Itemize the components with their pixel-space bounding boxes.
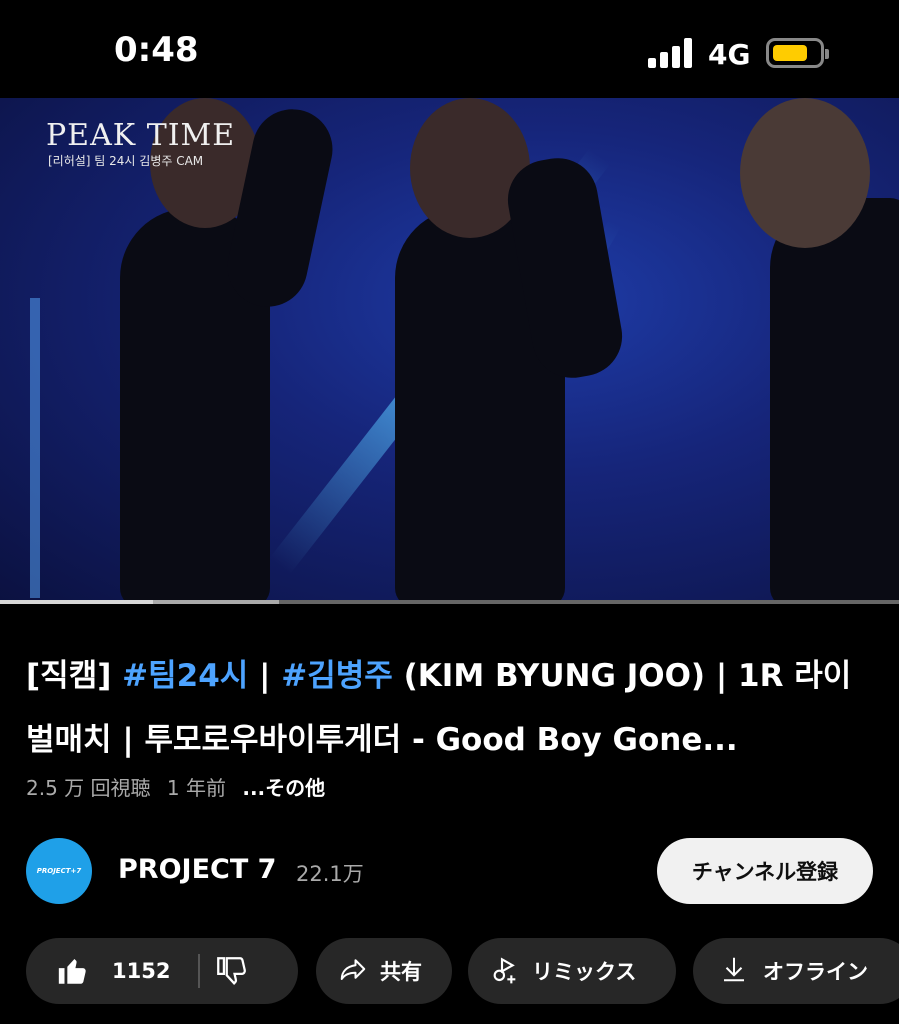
status-time: 0:48 bbox=[114, 30, 199, 70]
video-overlay-subtitle: [리허설] 팀 24시 김병주 CAM bbox=[48, 154, 204, 168]
channel-avatar[interactable]: PROJECT+7 bbox=[26, 838, 92, 904]
subscribe-button[interactable]: チャンネル登録 bbox=[657, 838, 873, 904]
download-icon bbox=[719, 954, 753, 988]
subscriber-count: 22.1万 bbox=[296, 862, 364, 886]
video-frame bbox=[0, 98, 899, 604]
share-label: 共有 bbox=[380, 960, 422, 984]
share-arrow-icon bbox=[338, 954, 372, 988]
thumbs-down-icon[interactable] bbox=[214, 954, 248, 988]
thumbs-up-icon[interactable] bbox=[56, 954, 90, 988]
battery-icon bbox=[766, 38, 829, 68]
like-dislike-group: 1152 bbox=[26, 938, 298, 1004]
network-type: 4G bbox=[708, 38, 751, 71]
video-watch-page: 0:48 4G PEAK TIME [리허설] 팀 24시 김병주 CAM [직… bbox=[0, 0, 899, 1024]
status-bar: 0:48 4G bbox=[0, 0, 899, 98]
like-count[interactable]: 1152 bbox=[112, 959, 170, 983]
video-meta[interactable]: 2.5 万 回視聴 1 年前 ...その他 bbox=[26, 772, 325, 801]
share-button[interactable]: 共有 bbox=[316, 938, 452, 1004]
video-title[interactable]: [직캠] #팀24시 | #김병주 (KIM BYUNG JOO) | 1R 라… bbox=[26, 644, 876, 772]
video-overlay-logo: PEAK TIME bbox=[46, 118, 236, 153]
hashtag-link[interactable]: #팀24시 bbox=[122, 658, 248, 694]
remix-label: リミックス bbox=[532, 960, 637, 984]
channel-name[interactable]: PROJECT 7 bbox=[118, 854, 276, 885]
hashtag-link[interactable]: #김병주 bbox=[281, 658, 393, 694]
title-separator: | bbox=[248, 658, 282, 694]
video-player[interactable]: PEAK TIME [리허설] 팀 24시 김병주 CAM bbox=[0, 98, 899, 604]
avatar-logo-text: PROJECT+7 bbox=[36, 867, 82, 875]
progress-played bbox=[0, 600, 153, 604]
like-divider bbox=[198, 954, 201, 988]
signal-icon bbox=[648, 38, 694, 68]
offline-label: オフライン bbox=[763, 960, 868, 984]
more-link[interactable]: ...その他 bbox=[242, 776, 325, 800]
offline-download-button[interactable]: オフライン bbox=[693, 938, 899, 1004]
progress-bar[interactable] bbox=[0, 600, 899, 604]
remix-button[interactable]: リミックス bbox=[468, 938, 676, 1004]
view-count: 2.5 万 回視聴 bbox=[26, 776, 151, 800]
upload-age: 1 年前 bbox=[166, 776, 226, 800]
title-prefix: [직캠] bbox=[26, 658, 123, 694]
remix-icon bbox=[490, 954, 524, 988]
